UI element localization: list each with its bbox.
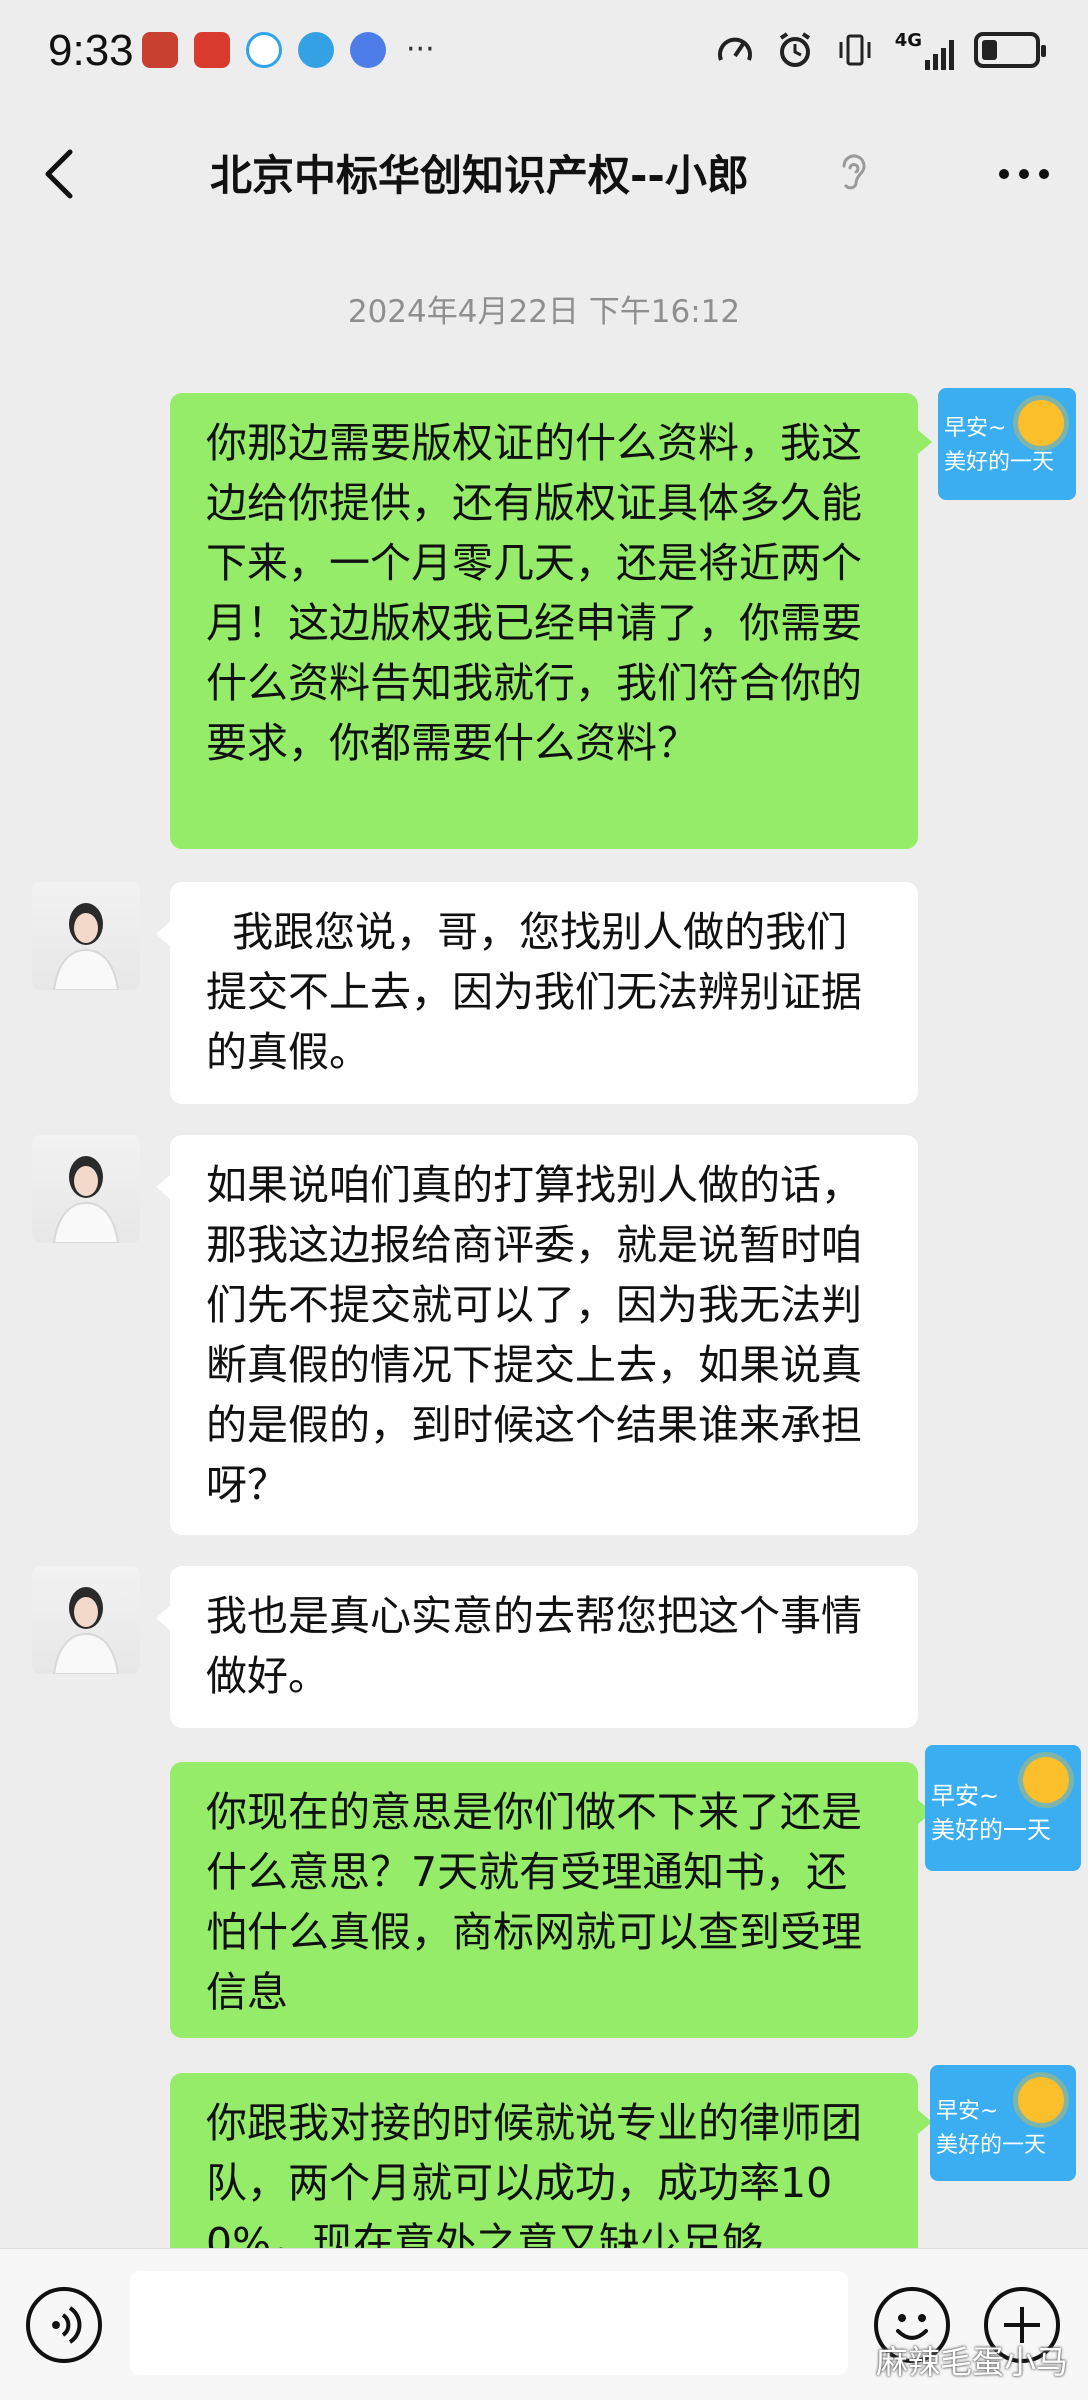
watermark-text: 麻辣毛蛋小马: [875, 2343, 1068, 2381]
chat-screen: 9:33 ··· 4G 北京中标华创知识产权--小郎 2024年4月22日 下午…: [0, 0, 1088, 2400]
battery-icon: [974, 32, 1046, 68]
bubble-tail: [156, 1606, 170, 1630]
received-message-bubble[interactable]: 我跟您说，哥，您找别人做的我们提交不上去，因为我们无法辨别证据的真假。: [170, 882, 918, 1104]
system-icons: 4G: [715, 30, 1046, 70]
sent-message-bubble[interactable]: 你那边需要版权证的什么资料，我这边给你提供，还有版权证具体多久能下来，一个月零几…: [170, 393, 918, 849]
browser-icon: [298, 32, 334, 68]
person-icon: [52, 1156, 120, 1243]
notification-icons: ···: [142, 32, 435, 68]
status-bar: 9:33 ··· 4G: [0, 0, 1088, 110]
self-avatar[interactable]: 早安~ 美好的一天: [938, 388, 1076, 500]
received-message-bubble[interactable]: 我也是真心实意的去帮您把这个事情做好。: [170, 1566, 918, 1728]
bubble-tail: [918, 430, 932, 454]
speedometer-icon: [717, 37, 752, 61]
bubble-tail: [156, 1175, 170, 1199]
app-red-icon: [194, 32, 230, 68]
avatar-caption: 早安~ 美好的一天: [936, 2099, 1047, 2158]
contact-avatar[interactable]: [32, 1135, 140, 1243]
message-timestamp: 2024年4月22日 下午16:12: [347, 294, 741, 330]
person-icon: [52, 1587, 120, 1674]
bubble-tail: [156, 922, 170, 946]
avatar-caption: 早安~ 美好的一天: [944, 416, 1055, 475]
self-avatar[interactable]: 早安~ 美好的一天: [930, 2065, 1076, 2181]
message-bubble-icon: [246, 32, 282, 68]
self-avatar[interactable]: 早安~ 美好的一天: [925, 1745, 1081, 1871]
app-red-icon: [142, 32, 178, 68]
input-bar: 麻辣毛蛋小马: [0, 2248, 1088, 2400]
music-icon: [350, 32, 386, 68]
ear-icon: [842, 154, 866, 190]
signal-4g-icon: 4G: [895, 30, 954, 70]
message-input[interactable]: [130, 2271, 848, 2375]
alarm-icon: [779, 32, 810, 67]
contact-avatar[interactable]: [32, 1566, 140, 1674]
sent-message-bubble[interactable]: 你现在的意思是你们做不下来了还是什么意思？7天就有受理通知书，还怕什么真假，商标…: [170, 1762, 918, 2038]
avatar-caption: 早安~ 美好的一天: [931, 1782, 1051, 1844]
battery-level: [982, 40, 997, 60]
status-time: 9:33: [48, 26, 134, 75]
network-label: 4G: [894, 30, 922, 51]
vibrate-icon: [839, 34, 871, 66]
person-icon: [52, 903, 120, 990]
contact-avatar[interactable]: [32, 882, 140, 990]
chat-title: 北京中标华创知识产权--小郎: [210, 151, 749, 200]
voice-input-button[interactable]: [26, 2287, 102, 2363]
voice-wave-icon: [52, 2306, 82, 2344]
back-arrow-icon[interactable]: [40, 146, 80, 202]
more-options-icon[interactable]: [994, 154, 1054, 194]
chat-header: 北京中标华创知识产权--小郎: [0, 110, 1088, 235]
received-message-bubble[interactable]: 如果说咱们真的打算找别人做的话，那我这边报给商评委，就是说暂时咱们先不提交就可以…: [170, 1135, 918, 1535]
more-notifications-icon: ···: [406, 32, 435, 67]
